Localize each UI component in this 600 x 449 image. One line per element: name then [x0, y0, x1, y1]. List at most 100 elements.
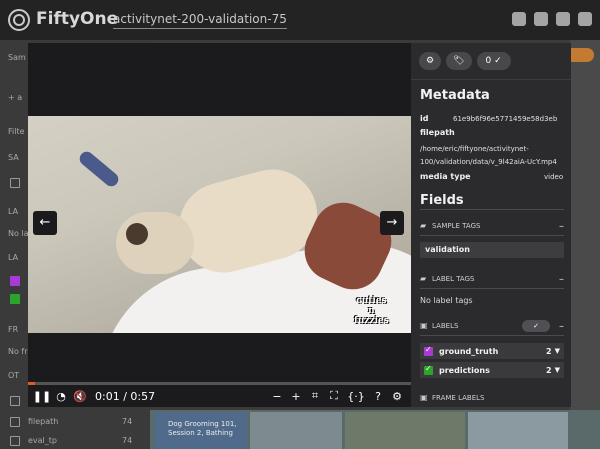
chevron-down-icon[interactable]: ▼	[555, 347, 560, 355]
checkbox-icon[interactable]	[424, 345, 433, 356]
label-field-predictions[interactable]: predictions 2 ▼	[420, 362, 564, 378]
settings-icon[interactable]: ⚙	[391, 390, 403, 403]
bg-checkbox[interactable]	[10, 436, 20, 446]
slack-icon[interactable]	[534, 12, 548, 26]
settings-icon: ⚙	[426, 56, 435, 66]
bg-grid-tile[interactable]	[250, 412, 342, 449]
checkbox-icon[interactable]	[424, 364, 433, 375]
bg-field-name: eval_tp	[28, 436, 57, 445]
playback-speed-icon[interactable]: ◔	[55, 390, 67, 403]
bg-grid-tile[interactable]	[468, 412, 568, 449]
collapse-icon[interactable]: –	[559, 274, 564, 285]
tag-icon: 🏷	[453, 56, 465, 66]
github-icon[interactable]	[556, 12, 570, 26]
video-time: 0:01 / 0:57	[95, 389, 156, 403]
metadata-heading: Metadata	[420, 88, 490, 103]
app-name: FiftyOne	[36, 9, 119, 29]
metadata-filepath-value: 100/validation/data/v_9l42aiA-UcY.mp4	[420, 158, 557, 166]
divider	[420, 209, 564, 210]
label-field-ground-truth[interactable]: ground_truth 2 ▼	[420, 343, 564, 359]
labels-icon: ▣	[420, 321, 428, 330]
label-field-count: 2	[546, 346, 552, 356]
top-bar: FiftyOne activitynet-200-validation-75	[0, 0, 600, 40]
background-grid-edge	[570, 40, 600, 410]
metadata-id-value: 61e9b6f96e5771459e58d3eb	[453, 115, 558, 123]
arrow-left-icon: ←	[39, 215, 51, 230]
video-viewer: cuties n fuzzies ← → ❚❚ ◔ 🔇 0:01 / 0:57 …	[28, 43, 411, 407]
bg-sidebar-row: Filte	[8, 127, 25, 136]
bg-sidebar-row: Sam	[8, 53, 26, 62]
docs-icon[interactable]	[578, 12, 592, 26]
metadata-media-type-key: media type	[420, 172, 471, 181]
watermark-line: n	[368, 306, 375, 316]
watermark-line: fuzzies	[354, 316, 389, 326]
labels-title: LABELS	[432, 322, 459, 330]
video-controls: ❚❚ ◔ 🔇 0:01 / 0:57 − + ⌗ ⛶ {·} ? ⚙	[28, 385, 411, 407]
chevron-down-icon[interactable]: ▼	[555, 366, 560, 374]
bg-checkbox[interactable]	[10, 417, 20, 427]
divider	[411, 79, 571, 80]
bg-field-name: filepath	[28, 417, 59, 426]
label-tags-header[interactable]: ▰ LABEL TAGS –	[420, 272, 564, 286]
collapse-icon[interactable]: –	[559, 321, 564, 332]
no-label-tags-text: No label tags	[420, 296, 473, 305]
selected-count-button[interactable]: 0 ✓	[476, 52, 511, 70]
labels-select-all-pill[interactable]: ✓	[522, 320, 550, 332]
label-field-name: predictions	[439, 365, 490, 375]
bg-sidebar-row: OT	[8, 371, 20, 380]
dataset-selector[interactable]: activitynet-200-validation-75	[113, 12, 287, 29]
fields-heading: Fields	[420, 193, 464, 208]
pause-icon[interactable]: ❚❚	[33, 390, 51, 403]
frame-labels-title: FRAME LABELS	[432, 394, 485, 402]
fullscreen-icon[interactable]: ⛶	[328, 389, 340, 402]
sample-tags-header[interactable]: ▰ SAMPLE TAGS –	[420, 219, 564, 233]
dog-eye	[126, 223, 148, 245]
watermark-line: cuties	[356, 296, 387, 306]
frame-labels-header[interactable]: ▣ FRAME LABELS	[420, 391, 564, 405]
divider	[420, 335, 564, 336]
tag-icon: ▰	[420, 221, 427, 230]
bg-checkbox[interactable]	[10, 178, 20, 188]
label-field-name: ground_truth	[439, 346, 499, 356]
video-watermark: cuties n fuzzies	[354, 296, 389, 326]
tag-button[interactable]: 🏷	[446, 52, 472, 70]
bg-field-count: 74	[122, 417, 133, 426]
previous-sample-button[interactable]: ←	[33, 211, 57, 235]
collapse-icon[interactable]: –	[559, 221, 564, 232]
bg-checkbox[interactable]	[10, 276, 20, 286]
bg-sidebar-row: SA	[8, 153, 19, 162]
bg-tile-caption: Dog Grooming 101, Session 2, Bathing	[168, 420, 237, 437]
fiftyone-logo-icon	[8, 9, 30, 31]
label-field-count: 2	[546, 365, 552, 375]
bg-sidebar-row: + a	[8, 93, 23, 102]
top-icons	[512, 12, 592, 26]
zoom-in-icon[interactable]: +	[290, 390, 302, 403]
dog-head	[116, 212, 194, 274]
sample-side-panel: ⚙ 🏷 0 ✓ Metadata id 61e9b6f96e5771459e58…	[411, 43, 571, 407]
mute-icon[interactable]: 🔇	[73, 390, 87, 403]
sample-tag-chip[interactable]: validation	[420, 242, 564, 258]
team-icon[interactable]	[512, 12, 526, 26]
bg-checkbox[interactable]	[10, 294, 20, 304]
panel-settings-button[interactable]: ⚙	[419, 52, 442, 70]
metadata-filepath-value: /home/eric/fiftyone/activitynet-	[420, 145, 529, 153]
panel-actions: ⚙ 🏷 0 ✓	[419, 52, 511, 70]
arrow-right-icon: →	[386, 215, 398, 230]
bg-checkbox[interactable]	[10, 396, 20, 406]
tag-icon: ▰	[420, 274, 427, 283]
bg-sidebar-row: FR	[8, 325, 19, 334]
video-frame[interactable]: cuties n fuzzies	[28, 116, 411, 333]
metadata-filepath-key: filepath	[420, 128, 455, 137]
next-sample-button[interactable]: →	[380, 211, 404, 235]
help-icon[interactable]: ?	[372, 390, 384, 403]
crop-icon[interactable]: ⌗	[309, 389, 321, 402]
bg-field-count: 74	[122, 436, 133, 445]
zoom-out-icon[interactable]: −	[271, 390, 283, 403]
sample-tags-title: SAMPLE TAGS	[432, 222, 481, 230]
dog-ear	[76, 148, 122, 190]
json-icon[interactable]: {·}	[347, 390, 365, 403]
bg-sidebar-row: LA	[8, 253, 19, 262]
bg-grid-tile[interactable]	[345, 412, 465, 449]
metadata-media-type-value: video	[544, 173, 564, 181]
metadata-id-key: id	[420, 114, 429, 123]
